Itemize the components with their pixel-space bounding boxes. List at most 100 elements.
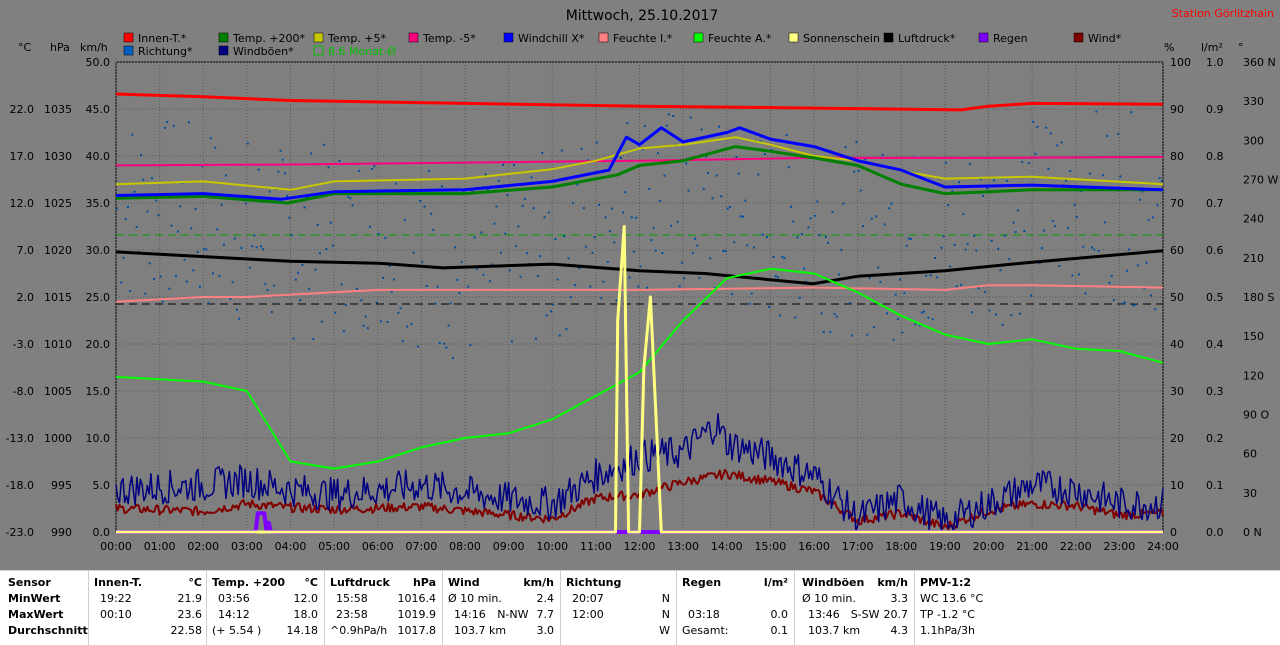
regen-header: Regen [682, 576, 722, 589]
direction-point [988, 309, 991, 312]
direction-point [1152, 216, 1155, 219]
direction-point [421, 260, 424, 263]
sensor-row-max: MaxWert [8, 608, 64, 621]
direction-point [456, 278, 459, 281]
direction-point [482, 273, 485, 276]
hour-tick-label: 15:00 [755, 540, 787, 553]
direction-point [960, 283, 963, 286]
direction-point [1067, 226, 1070, 229]
pct-tick-label: 40 [1170, 338, 1184, 351]
direction-point [1082, 245, 1085, 248]
direction-point [707, 172, 710, 175]
direction-point [541, 151, 544, 154]
col-pmv: PMV-1:2 WC 13.6 °C TP -1.2 °C 1.1hPa/3h [920, 575, 1020, 639]
direction-point [129, 290, 132, 293]
pct-tick-label: 90 [1170, 103, 1184, 116]
direction-point [469, 343, 472, 346]
direction-point [783, 257, 786, 260]
direction-point [170, 224, 173, 227]
direction-point [899, 278, 902, 281]
direction-point [360, 299, 363, 302]
direction-point [504, 232, 507, 235]
direction-point [909, 237, 912, 240]
direction-point [506, 193, 509, 196]
direction-point [661, 251, 664, 254]
direction-point [709, 257, 712, 260]
boeen-max-dir: S-SW [850, 608, 880, 621]
direction-point [635, 216, 638, 219]
temp200-max-time: 14:12 [218, 608, 250, 621]
direction-point [427, 169, 430, 172]
rain-tick-label: 1.0 [1206, 56, 1224, 69]
direction-point [484, 173, 487, 176]
direction-point [1060, 141, 1063, 144]
innen-min-time: 19:22 [100, 592, 132, 605]
direction-point [1134, 303, 1137, 306]
deg-tick-label: 90 O [1243, 409, 1269, 422]
hour-tick-label: 06:00 [362, 540, 394, 553]
direction-point [554, 238, 557, 241]
luftdruck-min-time: 15:58 [336, 592, 368, 605]
direction-point [310, 152, 313, 155]
direction-point [611, 207, 614, 210]
direction-point [737, 172, 740, 175]
direction-point [473, 236, 476, 239]
direction-point [502, 163, 505, 166]
luftdruck-min-value: 1016.4 [397, 592, 437, 605]
direction-point [683, 277, 686, 280]
luftdruck-avg-value: 1017.8 [397, 624, 437, 637]
direction-point [362, 324, 365, 327]
right-unit-label: l/m² [1201, 41, 1223, 54]
direction-point [632, 250, 635, 253]
richtung-max-value: N [661, 608, 670, 621]
direction-point [220, 203, 223, 206]
left-unit-label: °C [18, 41, 32, 54]
direction-point [534, 337, 537, 340]
richtung-min-time: 20:07 [572, 592, 604, 605]
kmh-tick-label: 35.0 [86, 197, 111, 210]
direction-point [355, 287, 358, 290]
direction-point [172, 124, 175, 127]
direction-point [268, 190, 271, 193]
legend-label: Feuchte I.* [613, 32, 673, 45]
luftdruck-unit: hPa [412, 576, 436, 589]
direction-point [766, 236, 769, 239]
direction-point [349, 197, 352, 200]
direction-point [155, 199, 158, 202]
hour-tick-label: 05:00 [318, 540, 350, 553]
direction-point [423, 205, 426, 208]
direction-point [126, 205, 129, 208]
pct-tick-label: 10 [1170, 479, 1184, 492]
pmv-header: PMV-1:2 [920, 576, 971, 589]
direction-point [565, 327, 568, 330]
direction-point [358, 169, 361, 172]
col-innen: Innen-T. °C 19:22 21.9 00:10 23.6 22.58 [94, 575, 202, 639]
direction-point [552, 303, 555, 306]
direction-point [303, 206, 306, 209]
direction-point [1051, 220, 1054, 223]
rain-tick-label: 0.1 [1206, 479, 1224, 492]
direction-point [249, 266, 252, 269]
direction-point [973, 234, 976, 237]
direction-point [630, 216, 633, 219]
direction-point [750, 292, 753, 295]
direction-point [571, 202, 574, 205]
temp-tick-label: 17.0 [10, 150, 35, 163]
direction-point [726, 207, 729, 210]
rain-tick-label: 0.7 [1206, 197, 1224, 210]
deg-tick-label: 60 [1243, 448, 1257, 461]
legend-label: Feuchte A.* [708, 32, 772, 45]
hour-tick-label: 11:00 [580, 540, 612, 553]
direction-point [345, 304, 348, 307]
direction-point [270, 311, 273, 314]
direction-point [1147, 219, 1150, 222]
direction-point [397, 311, 400, 314]
direction-point [133, 190, 136, 193]
kmh-tick-label: 50.0 [86, 56, 111, 69]
direction-point [240, 246, 243, 249]
innen-max-value: 23.6 [177, 608, 203, 621]
direction-point [589, 285, 592, 288]
direction-point [177, 230, 180, 233]
direction-point [580, 147, 583, 150]
innen-header: Innen-T. [94, 576, 143, 589]
